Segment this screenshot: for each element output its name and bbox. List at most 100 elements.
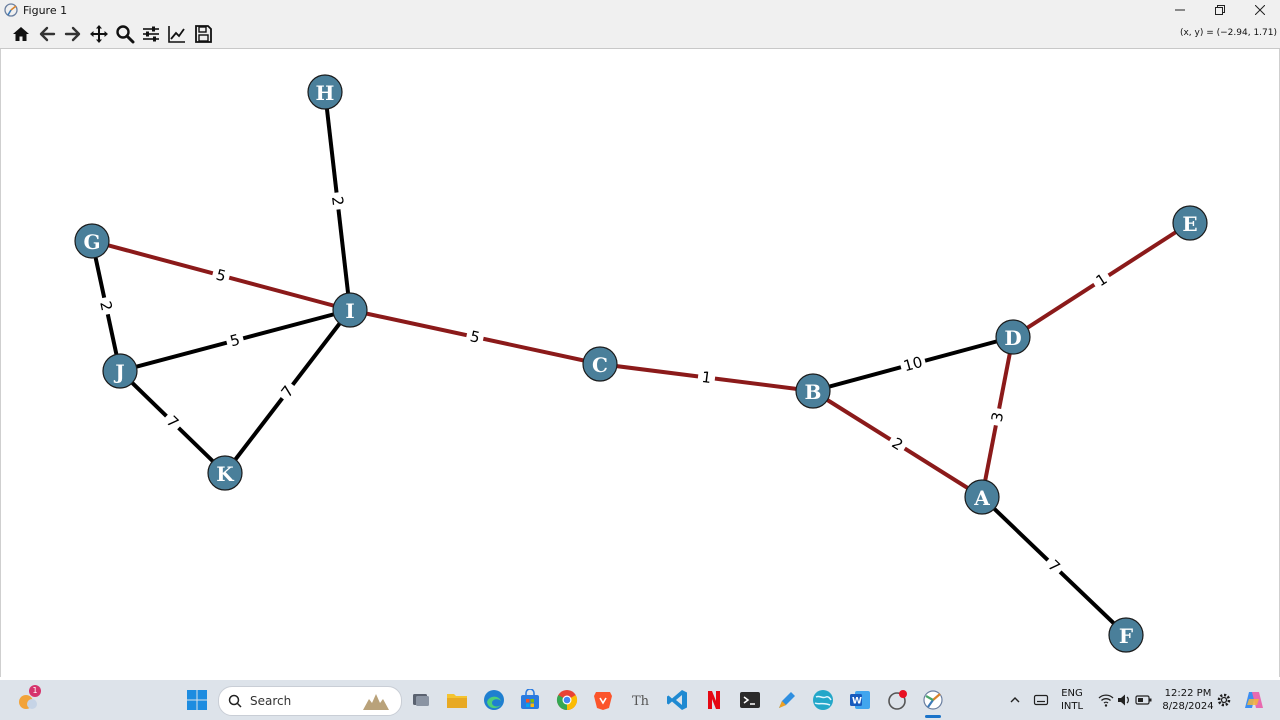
weather-widget[interactable]: 1	[16, 685, 41, 712]
node-label: C	[592, 353, 608, 377]
terminal-button[interactable]	[738, 688, 762, 712]
brave-lion-icon	[594, 692, 612, 710]
battery-button[interactable]	[1132, 688, 1156, 712]
tray-app-button[interactable]	[1029, 688, 1053, 712]
vscode-icon	[667, 690, 687, 710]
store-button[interactable]	[518, 688, 542, 712]
start-button[interactable]	[185, 688, 209, 712]
figure-canvas[interactable]: 2 5 2 5 7 7 5 1 10 2 3 1 7 HGIJKCBDEAF	[0, 49, 1280, 677]
gear-icon	[1217, 693, 1231, 707]
node-label: A	[973, 486, 990, 510]
node-D: D	[995, 319, 1031, 355]
netflix-button[interactable]	[702, 688, 726, 712]
minimize-icon	[1175, 9, 1185, 11]
search-placeholder: Search	[250, 694, 292, 708]
windows-logo-icon	[187, 690, 207, 710]
node-C: C	[582, 346, 618, 382]
typora-button[interactable]: Th	[628, 688, 652, 712]
edge-label-C-B: 1	[697, 368, 716, 387]
edge-browser-icon	[484, 690, 504, 710]
app-button-pen[interactable]	[775, 688, 799, 712]
close-icon	[1255, 5, 1265, 15]
sliders-icon	[143, 26, 159, 42]
file-explorer-button[interactable]	[445, 688, 469, 712]
restore-icon	[1215, 5, 1225, 15]
edge-label-B-D: 10	[898, 353, 928, 375]
show-hidden-icons-button[interactable]	[1003, 688, 1027, 712]
input-language[interactable]: ENG INTL	[1058, 687, 1086, 713]
edge-weight: 2	[328, 195, 347, 207]
move-icon	[90, 25, 108, 43]
taskbar: 1 Search Th W ENG INTL 12:22 PM 8/28/202…	[0, 680, 1280, 720]
search-icon	[228, 694, 242, 708]
chrome-button[interactable]	[555, 688, 579, 712]
navigation-buttons	[8, 21, 216, 47]
terminal-icon	[740, 692, 760, 708]
close-button[interactable]	[1240, 0, 1280, 20]
configure-subplots-button[interactable]	[138, 21, 164, 47]
clock[interactable]: 12:22 PM 8/28/2024	[1160, 687, 1216, 713]
node-label: E	[1182, 212, 1197, 236]
node-H: H	[307, 74, 343, 110]
settings-tray-button[interactable]	[1212, 688, 1236, 712]
window-controls	[1160, 0, 1280, 20]
vscode-button[interactable]	[665, 688, 689, 712]
notification-badge: 1	[29, 685, 41, 697]
magnifier-icon	[116, 25, 135, 44]
chrome-icon	[556, 690, 578, 711]
python-figure-button[interactable]	[921, 688, 945, 718]
language-code: ENG	[1061, 688, 1083, 699]
svg-text:Th: Th	[632, 694, 650, 709]
zoom-button[interactable]	[112, 21, 138, 47]
edge-label-G-J: 2	[96, 296, 116, 316]
task-view-button[interactable]	[409, 688, 433, 712]
edge-label-H-I: 2	[328, 191, 347, 211]
edge-label-J-I: 5	[224, 331, 246, 350]
pan-button[interactable]	[86, 21, 112, 47]
node-A: A	[964, 479, 1000, 515]
back-button[interactable]	[34, 21, 60, 47]
app-button-globe[interactable]	[811, 688, 835, 712]
copilot-button[interactable]	[1242, 688, 1266, 712]
word-button[interactable]: W	[848, 688, 872, 712]
taskbar-search[interactable]: Search	[218, 686, 402, 716]
netflix-icon	[708, 691, 720, 709]
node-I: I	[332, 292, 368, 328]
title-bar: Figure 1	[0, 0, 1280, 20]
nodes-layer: H G I J K C B D E A F	[74, 74, 1208, 653]
save-button[interactable]	[190, 21, 216, 47]
home-button[interactable]	[8, 21, 34, 47]
speaker-icon	[1118, 694, 1129, 706]
typora-icon: Th	[632, 694, 650, 709]
arrow-left-icon	[39, 26, 56, 42]
arrow-right-icon	[64, 26, 81, 42]
forward-button[interactable]	[60, 21, 86, 47]
search-highlight-icon	[363, 694, 389, 710]
node-label: F	[1119, 624, 1133, 648]
node-label: B	[805, 380, 822, 404]
edge-labels-layer: 25257751102317	[96, 191, 1113, 578]
minimize-button[interactable]	[1160, 0, 1200, 20]
folder-icon	[447, 694, 467, 708]
node-E: E	[1172, 205, 1208, 241]
node-J: J	[102, 353, 138, 389]
window-title: Figure 1	[23, 3, 68, 17]
clock-time: 12:22 PM	[1164, 688, 1212, 699]
task-view-icon	[413, 694, 429, 706]
edge-label-A-D: 3	[988, 407, 1007, 427]
edge-button[interactable]	[482, 688, 506, 712]
edit-axis-button[interactable]	[164, 21, 190, 47]
node-label: H	[316, 81, 335, 105]
node-label: D	[1004, 326, 1021, 350]
app-button-record[interactable]	[885, 688, 909, 712]
copilot-icon	[1245, 692, 1263, 708]
floppy-disk-icon	[195, 25, 212, 43]
brave-button[interactable]	[591, 688, 615, 712]
cursor-coordinates: (x, y) = (−2.94, 1.71)	[1179, 28, 1277, 38]
edge-label-D-E: 1	[1090, 268, 1113, 292]
edge-label-G-I: 5	[210, 266, 232, 285]
figure-toolbar: (x, y) = (−2.94, 1.71)	[0, 20, 1280, 49]
node-label: G	[83, 230, 100, 254]
node-K: K	[207, 455, 243, 491]
restore-button[interactable]	[1200, 0, 1240, 20]
